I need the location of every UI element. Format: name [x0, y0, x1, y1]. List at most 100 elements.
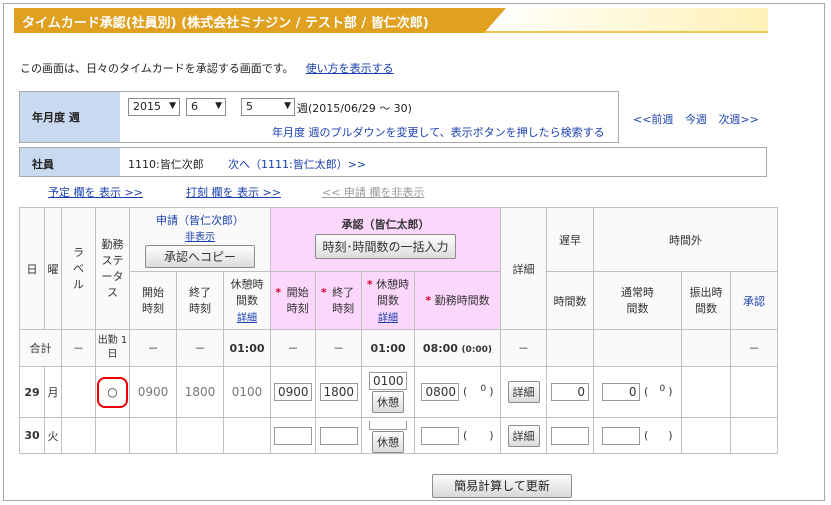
ap-start-input[interactable]: 0900 [274, 383, 312, 401]
row-req-break [223, 417, 271, 454]
ot-sub-input[interactable] [648, 426, 669, 445]
copy-to-approval-button[interactable]: 承認へコピー [145, 245, 255, 268]
row-label [61, 417, 96, 454]
break-button[interactable]: 休憩 [372, 390, 404, 413]
request-title: 申請（皆仁次郎） [156, 214, 244, 227]
col-status-text: 勤務ステータス [101, 237, 124, 299]
ap-break-detail-link[interactable]: 詳細 [378, 313, 398, 324]
row-ap-work-cell: () [414, 417, 501, 454]
req-break-head: 休憩時間数 [230, 278, 264, 307]
break-button[interactable]: 休憩 [372, 431, 404, 453]
req-break-detail-link[interactable]: 詳細 [237, 313, 257, 324]
req-start-head: 開始時刻 [142, 285, 164, 315]
paren-close: ) [489, 385, 494, 398]
detail-button[interactable]: 詳細 [507, 424, 540, 447]
row-weekday: 月 [44, 366, 62, 418]
hide-request-button[interactable]: 非表示 [185, 232, 215, 243]
current-week-link[interactable]: 今週 [685, 113, 707, 126]
hide-request-link[interactable]: << 申請 欄を非表示 [322, 184, 424, 200]
ot-paren-close: ) [668, 428, 673, 442]
show-stamp-link[interactable]: 打刻 欄を 表示 >> [186, 184, 281, 200]
row-ap-break-cell: 休憩 [361, 417, 415, 454]
row-ot-transfer-cell [681, 417, 731, 454]
row-day: 29 [19, 366, 45, 418]
col-label-text: ラベル [73, 245, 84, 291]
req-end-head: 終了時刻 [189, 285, 211, 315]
ap-end-head: 終了時刻 [332, 285, 355, 315]
ap-start-head: 開始時刻 [286, 285, 309, 315]
ot-sub-input[interactable]: 0 [648, 383, 669, 401]
row-ap-end-cell [315, 417, 362, 454]
month-select[interactable]: 6 ▼ [186, 98, 226, 116]
totals-ap-break: 01:00 [361, 329, 415, 367]
row-ap-start-cell: 0900 [270, 366, 316, 418]
row-ap-end-cell: 1800 [315, 366, 362, 418]
year-select[interactable]: 2015 ▼ [128, 98, 180, 116]
ap-work-head: 勤務時間数 [434, 293, 490, 307]
ap-break-input[interactable] [369, 420, 407, 430]
row-ot-normal-cell: () [593, 417, 682, 454]
help-link[interactable]: 使い方を表示する [306, 62, 394, 75]
detail-button[interactable]: 詳細 [507, 381, 540, 403]
ap-work-sub-input[interactable]: 0 [467, 383, 490, 401]
employee-box: 社員 1110:皆仁次郎 次へ（1111:皆仁太郎）>> [19, 147, 767, 177]
ot-normal-input[interactable]: 0 [602, 383, 641, 401]
row-late-cell [546, 417, 594, 454]
late-input[interactable] [551, 426, 589, 445]
next-employee-link[interactable]: 次へ（1111:皆仁太郎）>> [228, 156, 366, 172]
table-row: 30 火 休憩 () 詳細 () [19, 417, 778, 454]
ap-work-input[interactable] [421, 426, 460, 445]
col-ot-approve: 承認 [730, 271, 778, 330]
calculate-update-button[interactable]: 簡易計算して更新 [432, 474, 572, 498]
request-group: 申請（皆仁次郎） 非表示 承認へコピー [129, 207, 271, 272]
col-req-break: 休憩時間数 詳細 [223, 271, 271, 330]
week-select[interactable]: 5 ▼ [241, 98, 295, 116]
prev-week-link[interactable]: <<前週 [633, 113, 673, 126]
row-ot-approve-cell [730, 417, 778, 454]
row-status [95, 417, 130, 454]
month-value: 6 [191, 100, 198, 113]
intro: この画面は、日々のタイムカードを承認する画面です。 使い方を表示する [20, 60, 394, 76]
col-status: 勤務ステータス [95, 207, 130, 330]
row-status: ○ [95, 366, 130, 418]
ot-normal-input[interactable] [602, 426, 641, 445]
row-detail-cell: 詳細 [500, 417, 547, 454]
ot-paren-close: ) [668, 385, 673, 398]
required-mark: * [425, 293, 432, 307]
row-late-cell: 0 [546, 366, 594, 418]
row-ot-approve-cell [730, 366, 778, 418]
next-week-link[interactable]: 次週>> [718, 113, 758, 126]
year-value: 2015 [133, 100, 161, 113]
late-input[interactable]: 0 [551, 383, 589, 401]
totals-ap-end: － [315, 329, 362, 367]
ap-work-sub-input[interactable] [467, 426, 490, 445]
totals-row: 合計 － 出勤 1日 － － 01:00 － － 01:00 08:00 (0:… [19, 329, 778, 367]
title-bar: タイムカード承認(社員別) (株式会社ミナジン / テスト部 / 皆仁次郎) [14, 8, 768, 33]
status-circle[interactable]: ○ [97, 376, 128, 408]
week-nav: <<前週 今週 次週>> [633, 111, 767, 127]
row-label [61, 366, 96, 418]
approval-group: 承認（皆仁太郎） 時刻･時間数の一括入力 [270, 207, 501, 272]
row-ot-normal-cell: 0 (0) [593, 366, 682, 418]
dropdown-arrow-icon: ▼ [284, 101, 291, 111]
approval-title: 承認（皆仁太郎） [341, 218, 430, 231]
row-detail-cell: 詳細 [500, 366, 547, 418]
show-plan-link[interactable]: 予定 欄を 表示 >> [48, 184, 143, 200]
totals-ot-normal [593, 329, 682, 367]
timecard-table: 日 曜 ラベル 勤務ステータス 申請（皆仁次郎） 非表示 承認へコピー 承認（皆… [19, 207, 778, 454]
col-late-sub: 時間数 [546, 271, 594, 330]
bulk-input-button[interactable]: 時刻･時間数の一括入力 [315, 234, 456, 259]
totals-labelcol: － [61, 329, 96, 367]
dropdown-arrow-icon: ▼ [169, 101, 176, 111]
ap-end-input[interactable]: 1800 [319, 383, 358, 401]
totals-req-start: － [129, 329, 177, 367]
week-value: 5 [246, 100, 253, 113]
ap-end-input[interactable] [319, 426, 358, 445]
ap-break-input[interactable]: 0100 [369, 371, 407, 390]
ap-work-input[interactable]: 0800 [421, 383, 460, 401]
totals-ap-work: 08:00 (0:00) [414, 329, 501, 367]
row-req-end: 1800 [176, 366, 224, 418]
ap-start-input[interactable] [274, 426, 312, 445]
row-ap-start-cell [270, 417, 316, 454]
row-weekday: 火 [44, 417, 62, 454]
